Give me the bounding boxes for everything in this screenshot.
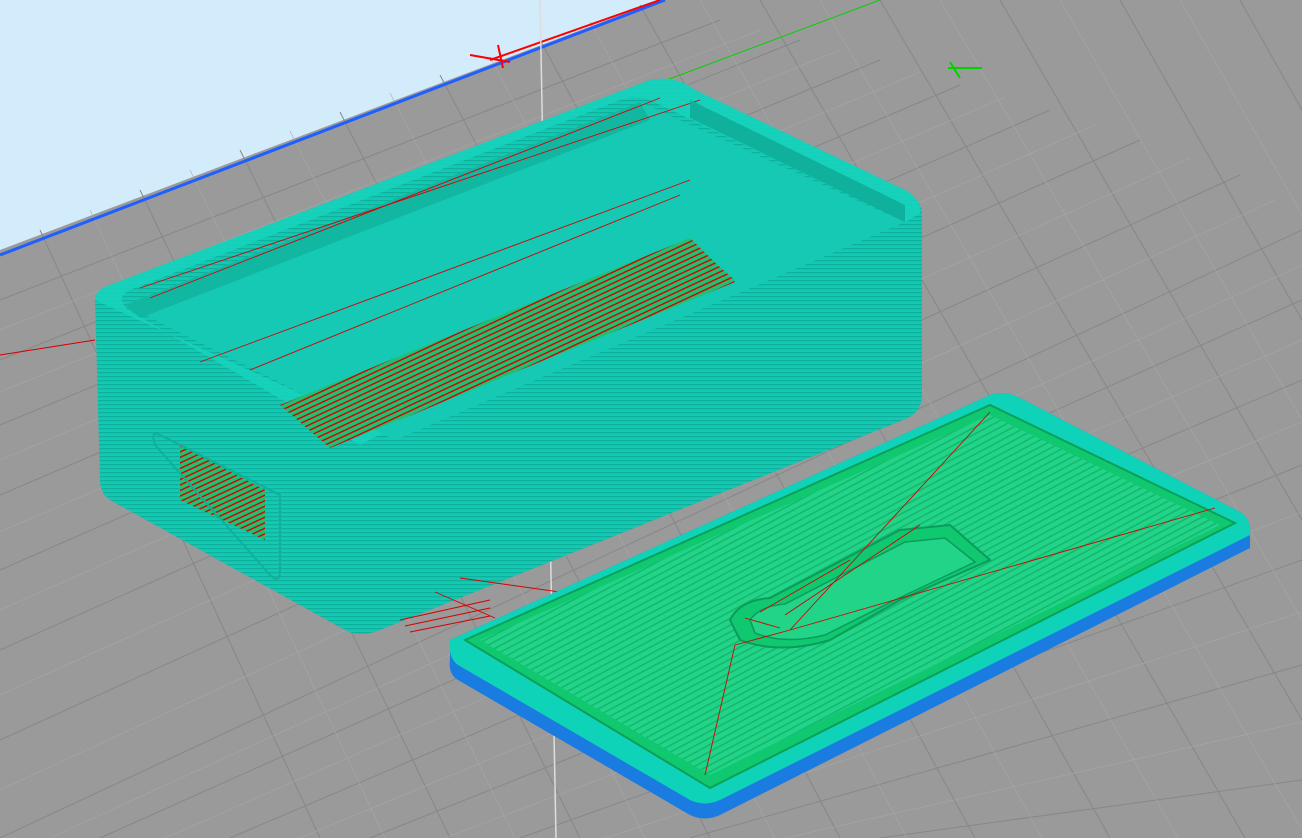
preview-viewport[interactable] [0,0,1302,838]
3d-scene[interactable] [0,0,1302,838]
